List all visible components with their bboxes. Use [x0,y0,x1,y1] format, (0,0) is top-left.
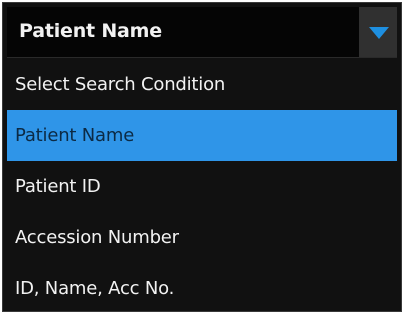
option-accession-number[interactable]: Accession Number [7,212,397,263]
option-id-name-acc-no[interactable]: ID, Name, Acc No. [7,263,397,314]
search-condition-select[interactable]: Patient Name [7,7,397,58]
search-condition-dropdown: Patient Name Select Search Condition Pat… [2,2,402,312]
option-select-search-condition[interactable]: Select Search Condition [7,59,397,110]
chevron-down-icon [369,27,389,39]
option-label: ID, Name, Acc No. [15,278,175,299]
dropdown-toggle-button[interactable] [359,7,397,57]
selected-value: Patient Name [19,20,162,42]
option-label: Accession Number [15,227,179,248]
dropdown-options-list: Select Search Condition Patient Name Pat… [7,59,397,314]
option-label: Patient Name [15,125,135,146]
option-label: Patient ID [15,176,101,197]
option-patient-name[interactable]: Patient Name [7,110,397,161]
option-patient-id[interactable]: Patient ID [7,161,397,212]
option-label: Select Search Condition [15,74,226,95]
